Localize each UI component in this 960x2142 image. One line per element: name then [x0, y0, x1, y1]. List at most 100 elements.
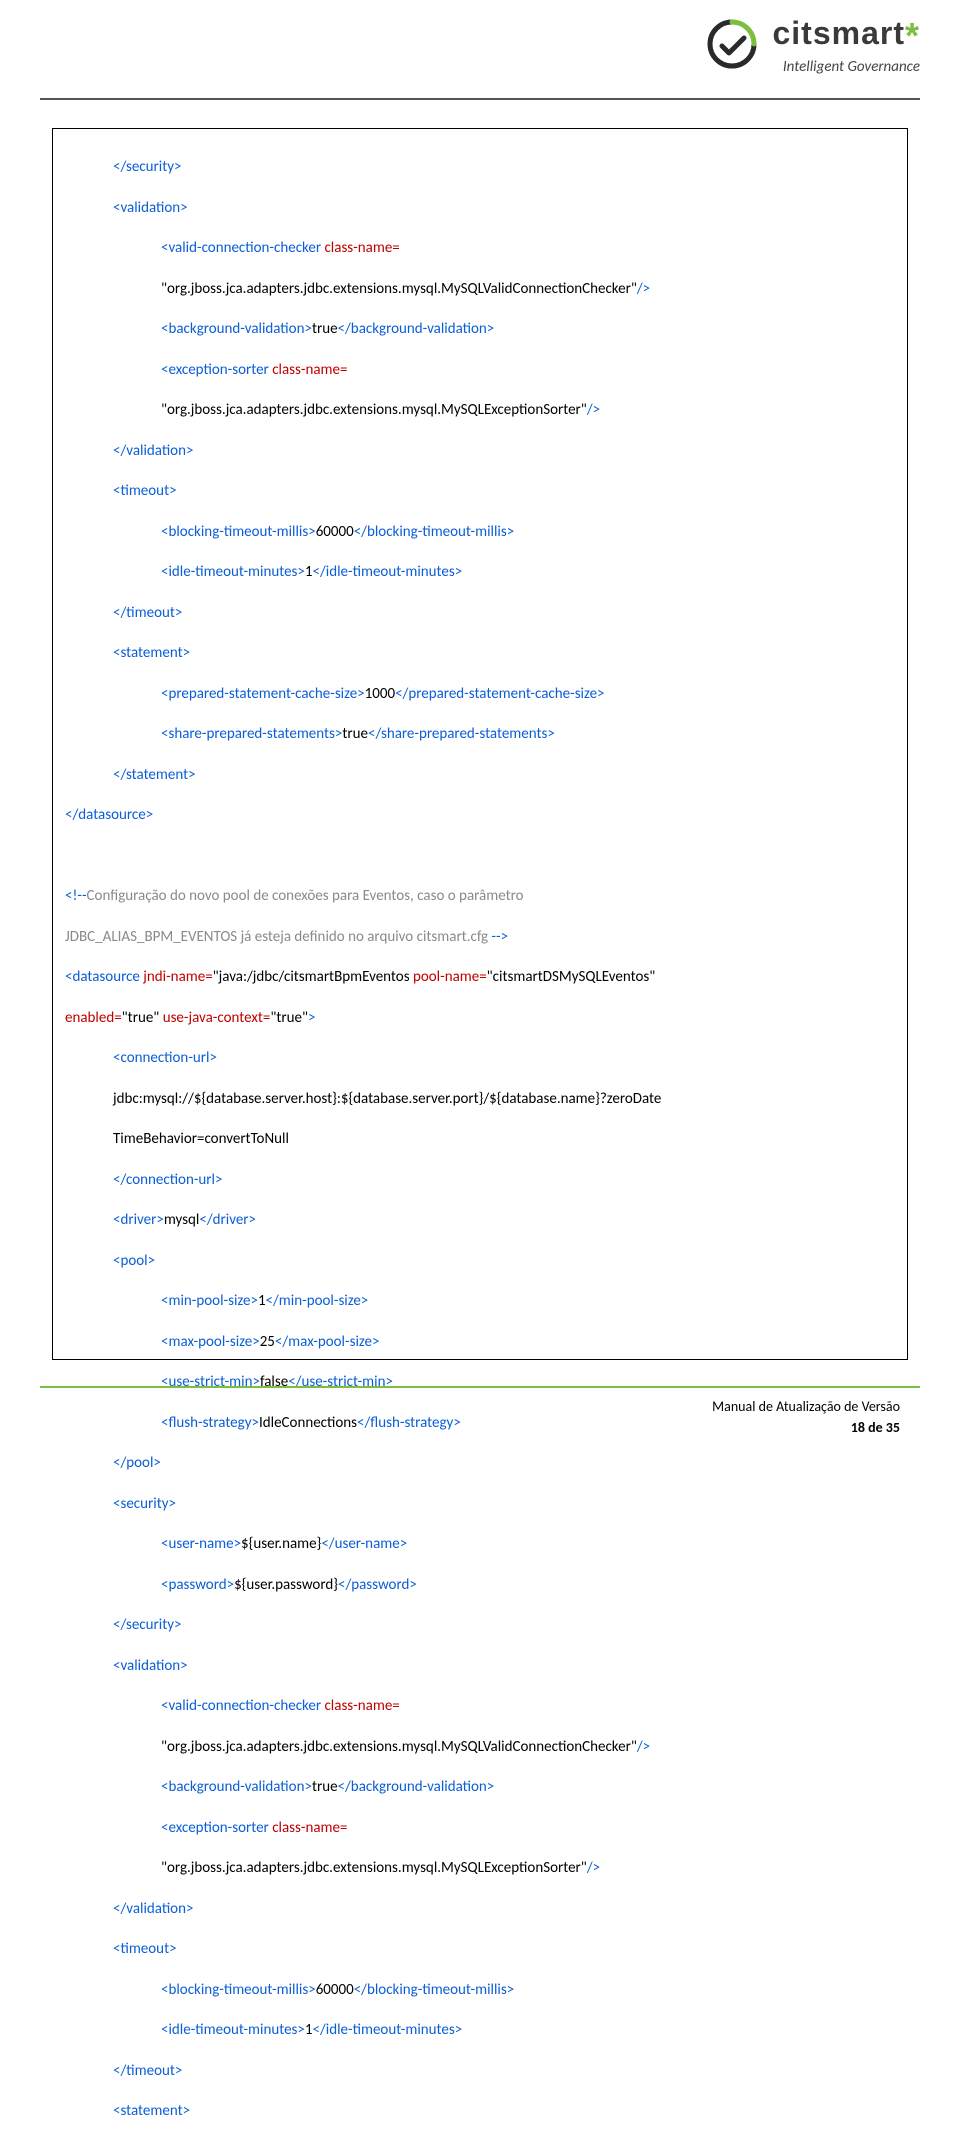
- code-line: />: [587, 1859, 600, 1877]
- code-line: <security>: [113, 1495, 176, 1513]
- code-line: </use-strict-min>: [288, 1373, 393, 1391]
- code-line: </idle-timeout-minutes>: [313, 563, 463, 581]
- code-value: 1: [305, 2021, 313, 2039]
- brand-header: citsmart* Intelligent Governance: [702, 12, 920, 77]
- code-attr: jndi-name=: [140, 968, 213, 986]
- page-number: 18 de 35: [712, 1417, 900, 1438]
- comment-text: Configuração do novo pool de conexões pa…: [87, 887, 524, 905]
- code-line: <statement>: [113, 2102, 190, 2120]
- code-line: jdbc:mysql://${database.server.host}:${d…: [113, 1090, 661, 1108]
- code-value: "true": [270, 1009, 308, 1027]
- code-value: 1000: [365, 685, 395, 703]
- code-attr: class-name=: [321, 1697, 400, 1715]
- brand-tagline: Intelligent Governance: [772, 57, 920, 77]
- code-line: </prepared-statement-cache-size>: [395, 685, 604, 703]
- code-line: </validation>: [113, 442, 193, 460]
- code-line: "org.jboss.jca.adapters.jdbc.extensions.…: [161, 280, 637, 298]
- comment-text: JDBC_ALIAS_BPM_EVENTOS já esteja definid…: [65, 928, 488, 946]
- code-line: </user-name>: [321, 1535, 407, 1553]
- code-line: <connection-url>: [113, 1049, 217, 1067]
- blank-line: [65, 846, 895, 866]
- comment-end: -->: [488, 928, 508, 946]
- code-value: "true": [122, 1009, 160, 1027]
- code-line: </security>: [113, 158, 182, 176]
- code-box: </security> <validation> <valid-connecti…: [52, 128, 908, 1360]
- code-line: </pool>: [113, 1454, 161, 1472]
- code-line: </datasource>: [65, 806, 153, 824]
- code-value: true: [312, 320, 338, 338]
- code-line: </flush-strategy>: [357, 1414, 461, 1432]
- code-line: <min-pool-size>: [161, 1292, 258, 1310]
- page-footer: Manual de Atualização de Versão 18 de 35: [712, 1396, 900, 1438]
- code-line: </statement>: [113, 766, 196, 784]
- code-line: </blocking-timeout-millis>: [354, 523, 514, 541]
- code-line: "org.jboss.jca.adapters.jdbc.extensions.…: [161, 401, 587, 419]
- code-line: <timeout>: [113, 1940, 177, 1958]
- code-line: <pool>: [113, 1252, 155, 1270]
- code-line: <share-prepared-statements>: [161, 725, 342, 743]
- header-divider: [40, 98, 920, 100]
- code-line: />: [637, 1738, 650, 1756]
- code-line: <statement>: [113, 644, 190, 662]
- code-line: <prepared-statement-cache-size>: [161, 685, 365, 703]
- code-line: <flush-strategy>: [161, 1414, 259, 1432]
- code-line: "org.jboss.jca.adapters.jdbc.extensions.…: [161, 1859, 587, 1877]
- code-line: <idle-timeout-minutes>: [161, 563, 305, 581]
- code-line: >: [308, 1009, 315, 1027]
- comment-start: <!--: [65, 887, 87, 905]
- code-value: false: [260, 1373, 288, 1391]
- code-line: <use-strict-min>: [161, 1373, 260, 1391]
- code-line: <background-validation>: [161, 320, 312, 338]
- code-attr: class-name=: [269, 1819, 348, 1837]
- code-value: true: [312, 1778, 338, 1796]
- code-line: </blocking-timeout-millis>: [354, 1981, 514, 1999]
- code-attr: pool-name=: [410, 968, 487, 986]
- code-line: </timeout>: [113, 2062, 182, 2080]
- code-line: <password>: [161, 1576, 234, 1594]
- code-attr: enabled=: [65, 1009, 122, 1027]
- code-attr: class-name=: [269, 361, 348, 379]
- code-attr: class-name=: [321, 239, 400, 257]
- brand-logo-icon: [702, 14, 762, 74]
- code-line: <validation>: [113, 1657, 188, 1675]
- code-line: </share-prepared-statements>: [368, 725, 555, 743]
- code-line: </connection-url>: [113, 1171, 222, 1189]
- code-line: </min-pool-size>: [266, 1292, 369, 1310]
- code-line: <exception-sorter: [161, 361, 269, 379]
- code-line: </background-validation>: [338, 320, 495, 338]
- code-value: 25: [260, 1333, 275, 1351]
- code-line: </driver>: [199, 1211, 256, 1229]
- code-line: <driver>: [113, 1211, 164, 1229]
- brand-name: citsmart*: [772, 12, 920, 61]
- code-value: "java:/jdbc/citsmartBpmEventos: [213, 968, 410, 986]
- code-line: <validation>: [113, 199, 188, 217]
- code-line: <exception-sorter: [161, 1819, 269, 1837]
- code-attr: use-java-context=: [159, 1009, 270, 1027]
- code-value: 60000: [316, 1981, 354, 1999]
- code-line: <timeout>: [113, 482, 177, 500]
- code-line: />: [637, 280, 650, 298]
- code-line: TimeBehavior=convertToNull: [113, 1130, 289, 1148]
- code-line: <blocking-timeout-millis>: [161, 523, 316, 541]
- code-line: </idle-timeout-minutes>: [313, 2021, 463, 2039]
- code-line: <blocking-timeout-millis>: [161, 1981, 316, 1999]
- code-line: <idle-timeout-minutes>: [161, 2021, 305, 2039]
- code-value: 1: [305, 563, 313, 581]
- footer-title: Manual de Atualização de Versão: [712, 1396, 900, 1417]
- code-value: 60000: [316, 523, 354, 541]
- code-line: <datasource: [65, 968, 140, 986]
- code-line: </security>: [113, 1616, 182, 1634]
- code-line: </timeout>: [113, 604, 182, 622]
- code-line: />: [587, 401, 600, 419]
- code-line: <max-pool-size>: [161, 1333, 260, 1351]
- code-line: <valid-connection-checker: [161, 1697, 321, 1715]
- code-line: </max-pool-size>: [275, 1333, 380, 1351]
- code-value: true: [342, 725, 368, 743]
- code-line: </password>: [338, 1576, 417, 1594]
- code-line: "org.jboss.jca.adapters.jdbc.extensions.…: [161, 1738, 637, 1756]
- code-value: ${user.name}: [241, 1535, 321, 1553]
- code-value: "citsmartDSMySQLEventos": [487, 968, 656, 986]
- code-line: <user-name>: [161, 1535, 241, 1553]
- code-line: </background-validation>: [338, 1778, 495, 1796]
- code-value: ${user.password}: [234, 1576, 338, 1594]
